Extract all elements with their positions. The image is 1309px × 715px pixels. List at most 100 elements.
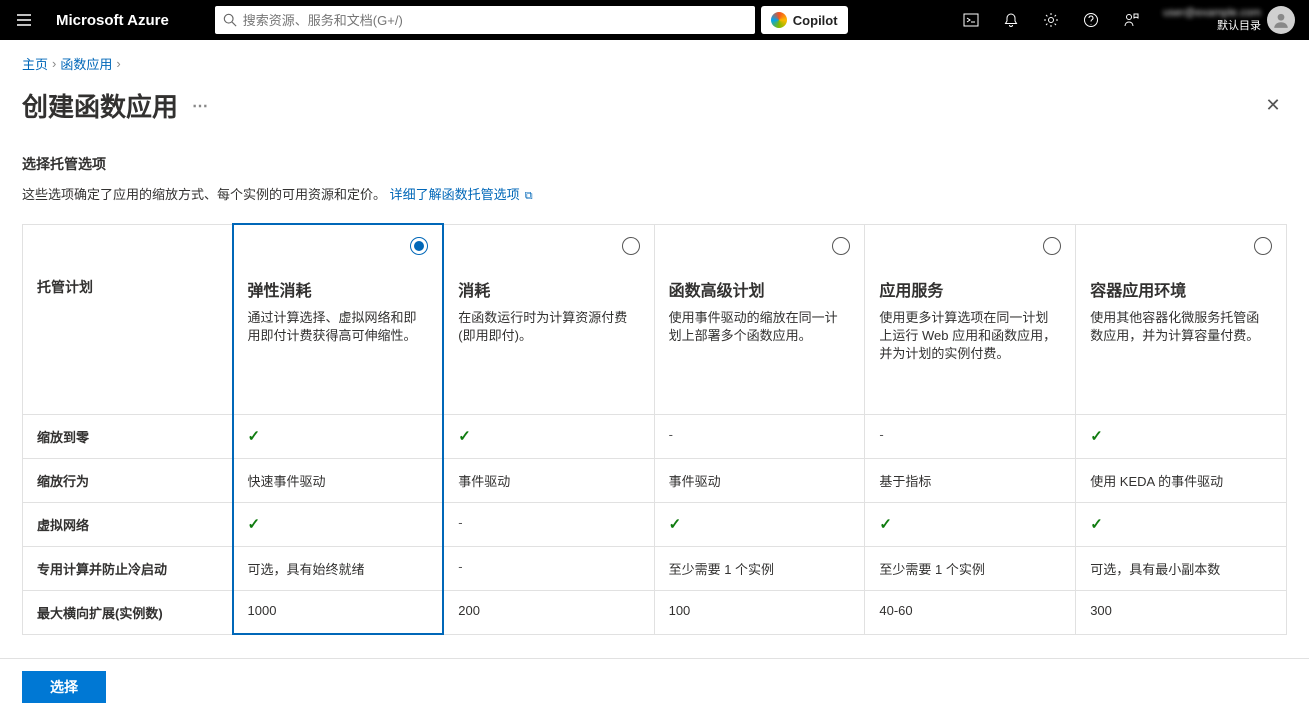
breadcrumb-function-app[interactable]: 函数应用: [60, 54, 112, 73]
footer: 选择: [0, 658, 1309, 715]
account-button[interactable]: user@example.com 默认目录: [1157, 6, 1301, 34]
cell-max_scale-2: 100: [654, 590, 865, 634]
topbar: Microsoft Azure Copilot user@example.com…: [0, 0, 1309, 40]
plan-radio[interactable]: [1043, 237, 1061, 255]
settings-button[interactable]: [1033, 2, 1069, 38]
bell-icon: [1003, 12, 1019, 28]
page-title-wrap: 创建函数应用 ⋯: [22, 87, 208, 124]
plan-desc: 使用其他容器化微服务托管函数应用，并为计算容量付费。: [1090, 309, 1272, 345]
cell-scale_zero-3: -: [865, 414, 1076, 458]
plan-desc: 在函数运行时为计算资源付费(即用即付)。: [458, 309, 639, 345]
plan-radio[interactable]: [622, 237, 640, 255]
check-icon: ✓: [1090, 428, 1103, 445]
dash: -: [458, 559, 462, 574]
user-directory: 默认目录: [1163, 20, 1261, 33]
plan-radio[interactable]: [410, 237, 428, 255]
plan-card-1[interactable]: 消耗在函数运行时为计算资源付费(即用即付)。: [443, 224, 654, 414]
cell-scale_behavior-2: 事件驱动: [654, 458, 865, 502]
plan-desc: 使用事件驱动的缩放在同一计划上部署多个函数应用。: [669, 309, 851, 345]
learn-more-link[interactable]: 详细了解函数托管选项 ⧉: [390, 187, 533, 202]
avatar-icon: [1272, 11, 1290, 29]
help-icon: [1083, 12, 1099, 28]
plan-name: 消耗: [458, 277, 639, 301]
avatar: [1267, 6, 1295, 34]
plan-desc: 使用更多计算选项在同一计划上运行 Web 应用和函数应用，并为计划的实例付费。: [879, 309, 1061, 364]
copilot-label: Copilot: [793, 13, 838, 28]
cell-dedicated-3: 至少需要 1 个实例: [865, 546, 1076, 590]
cell-scale_behavior-4: 使用 KEDA 的事件驱动: [1076, 458, 1287, 502]
row-header-dedicated: 专用计算并防止冷启动: [23, 546, 233, 590]
cell-dedicated-1: -: [443, 546, 654, 590]
chevron-right-icon: ›: [116, 56, 120, 71]
plan-card-0[interactable]: 弹性消耗通过计算选择、虚拟网络和即用即付计费获得高可伸缩性。: [233, 224, 444, 414]
cell-max_scale-1: 200: [443, 590, 654, 634]
cell-max_scale-4: 300: [1076, 590, 1287, 634]
dash: -: [458, 515, 462, 530]
plan-name: 容器应用环境: [1090, 277, 1272, 301]
gear-icon: [1043, 12, 1059, 28]
plan-card-4[interactable]: 容器应用环境使用其他容器化微服务托管函数应用，并为计算容量付费。: [1076, 224, 1287, 414]
hosting-plan-table: 托管计划弹性消耗通过计算选择、虚拟网络和即用即付计费获得高可伸缩性。消耗在函数运…: [22, 223, 1287, 635]
cell-max_scale-0: 1000: [233, 590, 444, 634]
dash: -: [879, 427, 883, 442]
brand-label[interactable]: Microsoft Azure: [48, 12, 177, 29]
select-button[interactable]: 选择: [22, 671, 106, 703]
check-icon: ✓: [458, 428, 471, 445]
more-actions-button[interactable]: ⋯: [192, 96, 208, 116]
cell-scale_zero-1: ✓: [443, 414, 654, 458]
global-search[interactable]: [215, 6, 755, 34]
plan-name: 弹性消耗: [248, 277, 429, 301]
cell-vnet-3: ✓: [865, 502, 1076, 546]
hamburger-menu[interactable]: [8, 4, 40, 36]
cell-vnet-0: ✓: [233, 502, 444, 546]
notifications-button[interactable]: [993, 2, 1029, 38]
plan-name: 应用服务: [879, 277, 1061, 301]
page-title: 创建函数应用: [22, 87, 178, 124]
cell-dedicated-4: 可选，具有最小副本数: [1076, 546, 1287, 590]
external-link-icon: ⧉: [522, 190, 533, 202]
row-header-max_scale: 最大横向扩展(实例数): [23, 590, 233, 634]
cell-max_scale-3: 40-60: [865, 590, 1076, 634]
cell-vnet-4: ✓: [1076, 502, 1287, 546]
plan-desc: 通过计算选择、虚拟网络和即用即付计费获得高可伸缩性。: [248, 309, 429, 345]
plan-card-3[interactable]: 应用服务使用更多计算选项在同一计划上运行 Web 应用和函数应用，并为计划的实例…: [865, 224, 1076, 414]
breadcrumb-home[interactable]: 主页: [22, 54, 48, 73]
section-desc-text: 这些选项确定了应用的缩放方式、每个实例的可用资源和定价。: [22, 187, 386, 202]
feedback-button[interactable]: [1113, 2, 1149, 38]
hamburger-icon: [16, 12, 32, 28]
check-icon: ✓: [1090, 516, 1103, 533]
cell-scale_zero-4: ✓: [1076, 414, 1287, 458]
title-row: 创建函数应用 ⋯ ✕: [22, 87, 1287, 124]
plan-card-2[interactable]: 函数高级计划使用事件驱动的缩放在同一计划上部署多个函数应用。: [654, 224, 865, 414]
cell-dedicated-0: 可选，具有始终就绪: [233, 546, 444, 590]
breadcrumb: 主页 › 函数应用 ›: [22, 54, 1287, 73]
close-button[interactable]: ✕: [1259, 92, 1287, 120]
plan-name: 函数高级计划: [669, 277, 851, 301]
cell-scale_behavior-1: 事件驱动: [443, 458, 654, 502]
chevron-right-icon: ›: [52, 56, 56, 71]
dash: -: [669, 427, 673, 442]
person-feedback-icon: [1123, 12, 1139, 28]
check-icon: ✓: [248, 516, 261, 533]
copilot-button[interactable]: Copilot: [761, 6, 848, 34]
help-button[interactable]: [1073, 2, 1109, 38]
section-heading: 选择托管选项: [22, 154, 1287, 174]
section-description: 这些选项确定了应用的缩放方式、每个实例的可用资源和定价。 详细了解函数托管选项 …: [22, 184, 1287, 203]
row-header-vnet: 虚拟网络: [23, 502, 233, 546]
cell-vnet-1: -: [443, 502, 654, 546]
cell-scale_behavior-0: 快速事件驱动: [233, 458, 444, 502]
check-icon: ✓: [879, 516, 892, 533]
row-header-scale_zero: 缩放到零: [23, 414, 233, 458]
cell-scale_behavior-3: 基于指标: [865, 458, 1076, 502]
cell-dedicated-2: 至少需要 1 个实例: [654, 546, 865, 590]
main: 主页 › 函数应用 › 创建函数应用 ⋯ ✕ 选择托管选项 这些选项确定了应用的…: [0, 40, 1309, 715]
check-icon: ✓: [669, 516, 682, 533]
plan-radio[interactable]: [1254, 237, 1272, 255]
row-header-plan: 托管计划: [23, 224, 233, 414]
cloud-shell-icon: [963, 12, 979, 28]
cloud-shell-button[interactable]: [953, 2, 989, 38]
cell-scale_zero-2: -: [654, 414, 865, 458]
search-input[interactable]: [243, 13, 747, 28]
plan-radio[interactable]: [832, 237, 850, 255]
topbar-icons: [953, 2, 1149, 38]
